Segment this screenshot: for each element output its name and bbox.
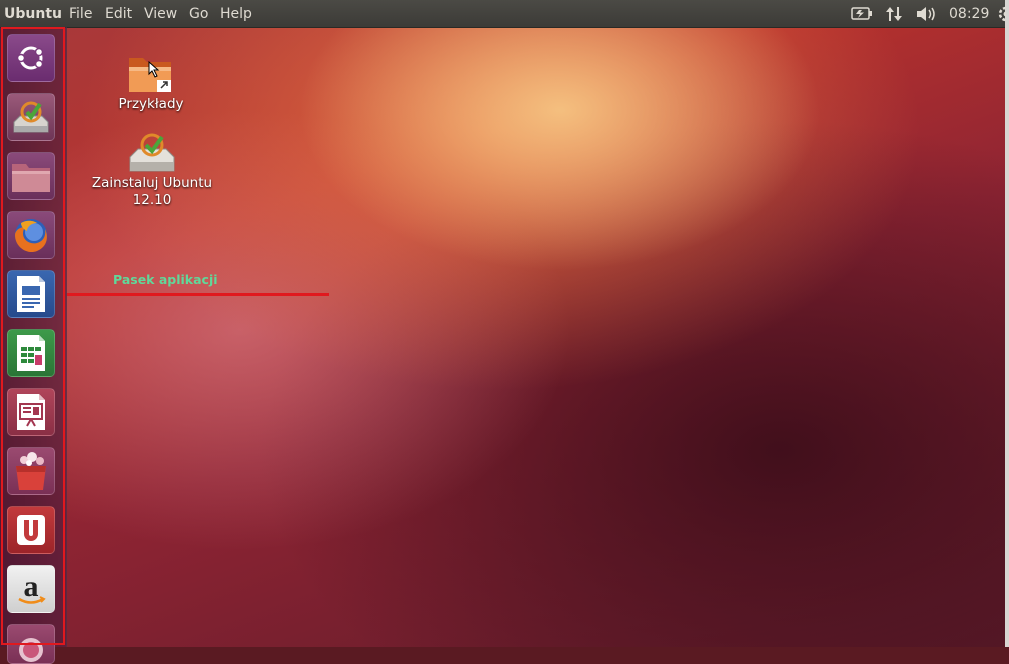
svg-text:a: a xyxy=(24,570,39,603)
libreoffice-calc-icon xyxy=(13,333,49,373)
volume-icon[interactable] xyxy=(915,5,937,27)
launcher: a xyxy=(0,27,67,664)
amazon-icon: a xyxy=(11,569,51,609)
active-app-title: Ubuntu xyxy=(4,6,62,22)
menu-help[interactable]: Help xyxy=(220,6,252,22)
gear-icon[interactable] xyxy=(998,6,1009,26)
dash-home-icon xyxy=(13,40,49,76)
files-button[interactable] xyxy=(7,152,55,200)
menu-go[interactable]: Go xyxy=(189,6,208,22)
update-manager-icon xyxy=(13,626,49,662)
desktop-icon-install-ubuntu[interactable]: Zainstaluj Ubuntu 12.10 xyxy=(86,131,218,209)
files-icon xyxy=(10,156,52,196)
desktop-icon-label: Zainstaluj Ubuntu 12.10 xyxy=(91,175,213,208)
writer-button[interactable] xyxy=(7,270,55,318)
top-panel: Ubuntu File Edit View Go Help 08:29 xyxy=(0,0,1009,28)
window-edge xyxy=(1005,0,1009,647)
install-drive-icon xyxy=(126,131,178,175)
calc-button[interactable] xyxy=(7,329,55,377)
firefox-button[interactable] xyxy=(7,211,55,259)
install-ubuntu-button[interactable] xyxy=(7,93,55,141)
ubuntu-one-button[interactable] xyxy=(7,506,55,554)
software-center-icon xyxy=(10,450,52,492)
libreoffice-writer-icon xyxy=(13,274,49,314)
battery-icon[interactable] xyxy=(851,7,873,24)
menu-view[interactable]: View xyxy=(144,6,177,22)
examples-folder-icon xyxy=(125,52,177,96)
software-center-button[interactable] xyxy=(7,447,55,495)
desktop-icon-examples[interactable]: Przykłady xyxy=(103,52,199,113)
ubuntu-one-icon xyxy=(13,512,49,548)
network-icon[interactable] xyxy=(885,5,903,27)
amazon-button[interactable]: a xyxy=(7,565,55,613)
desktop-icon-label: Przykłady xyxy=(118,96,184,112)
impress-button[interactable] xyxy=(7,388,55,436)
libreoffice-impress-icon xyxy=(13,392,49,432)
clock[interactable]: 08:29 xyxy=(949,6,989,22)
menu-edit[interactable]: Edit xyxy=(105,6,132,22)
dash-home-button[interactable] xyxy=(7,34,55,82)
update-manager-button[interactable] xyxy=(7,624,55,664)
annotation-pointer-line xyxy=(67,293,329,296)
firefox-icon xyxy=(9,213,53,257)
annotation-label: Pasek aplikacji xyxy=(113,272,218,287)
menu-file[interactable]: File xyxy=(69,6,92,22)
install-ubuntu-icon xyxy=(10,96,52,138)
